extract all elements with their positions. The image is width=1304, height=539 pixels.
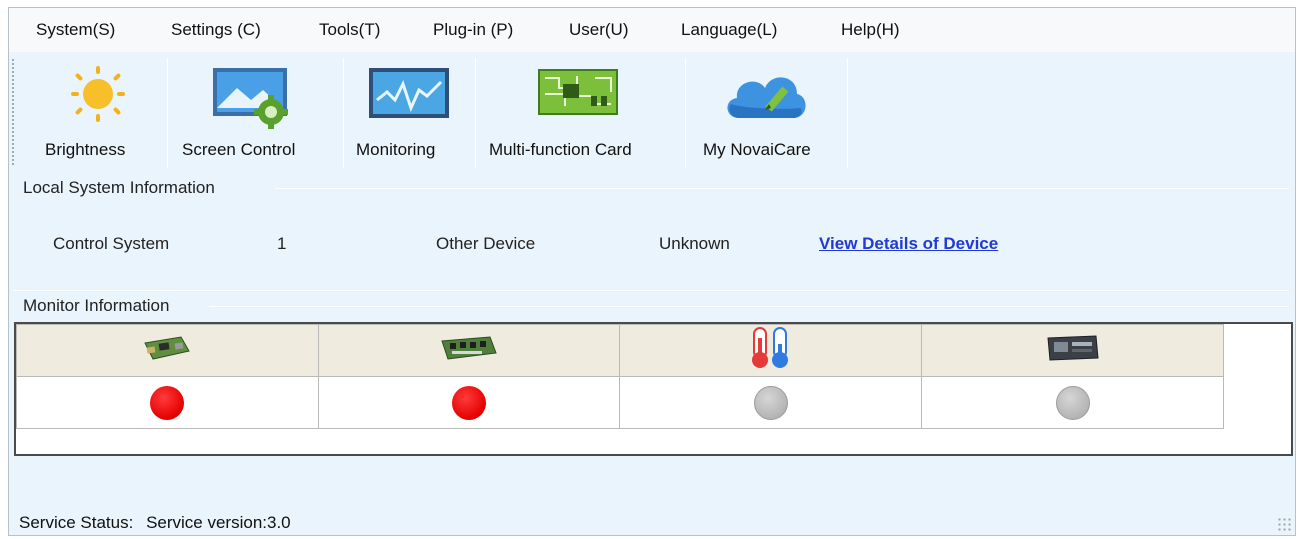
monitor-col-temperature[interactable] [619, 324, 923, 377]
monitor-col-receiving-card[interactable] [317, 324, 621, 377]
service-version: Service version:3.0 [146, 513, 291, 532]
toolbar-separator [167, 58, 168, 168]
status-cell-controller [921, 376, 1224, 429]
menu-user[interactable]: User(U) [569, 20, 629, 40]
menu-plugin[interactable]: Plug-in (P) [433, 20, 513, 40]
menu-help[interactable]: Help(H) [841, 20, 900, 40]
other-device-value: Unknown [659, 234, 730, 253]
control-system-value: 1 [277, 234, 287, 253]
toolbar-separator [343, 58, 344, 168]
status-bar: Service Status: Service version:3.0 [19, 513, 291, 533]
screen-control-icon [213, 68, 288, 129]
sun-icon [71, 66, 125, 122]
monitor-status-row [16, 376, 1224, 429]
status-indicator-error [452, 385, 487, 420]
status-cell-temperature [619, 376, 923, 429]
monitor-grid [16, 324, 1224, 429]
monitor-table [14, 322, 1293, 456]
monitor-col-controller[interactable] [921, 324, 1224, 377]
menu-tools[interactable]: Tools(T) [319, 20, 380, 40]
monitoring-icon [369, 68, 449, 118]
monitor-info-title: Monitor Information [23, 296, 170, 315]
toolbar: Brightness Screen Control Monitoring Mul… [9, 52, 1295, 174]
multi-function-card-button[interactable]: Multi-function Card [481, 52, 681, 172]
service-status-label: Service Status: [19, 513, 134, 532]
monitor-col-sending-card[interactable] [16, 324, 319, 377]
screen-control-label: Screen Control [182, 140, 296, 159]
brightness-button[interactable]: Brightness [39, 52, 157, 172]
receiving-card-icon [441, 336, 497, 360]
main-window: System(S) Settings (C) Tools(T) Plug-in … [8, 7, 1296, 536]
my-novaicare-label: My NovaiCare [703, 140, 811, 159]
cloud-pen-icon [727, 77, 806, 118]
monitoring-button[interactable]: Monitoring [349, 52, 474, 172]
status-cell-sending-card [16, 376, 319, 429]
brightness-label: Brightness [45, 140, 126, 159]
toolbar-grip[interactable] [11, 58, 15, 166]
screen-control-button[interactable]: Screen Control [174, 52, 339, 172]
monitoring-label: Monitoring [356, 140, 436, 159]
toolbar-separator [475, 58, 476, 168]
toolbar-separator [847, 58, 848, 168]
group-divider [275, 188, 1289, 189]
status-indicator-unknown [1055, 385, 1090, 420]
local-system-title: Local System Information [23, 178, 215, 197]
group-divider [209, 306, 1289, 307]
menu-settings[interactable]: Settings (C) [171, 20, 261, 40]
sending-card-icon [144, 336, 191, 360]
thermometer-icon [751, 327, 788, 368]
status-indicator-unknown [753, 385, 788, 420]
monitor-header-row [16, 324, 1224, 377]
group-divider [13, 290, 1289, 291]
my-novaicare-button[interactable]: My NovaiCare [691, 52, 846, 172]
menu-bar: System(S) Settings (C) Tools(T) Plug-in … [9, 8, 1295, 52]
toolbar-separator [685, 58, 686, 168]
resize-grip[interactable] [1277, 517, 1291, 531]
view-details-link[interactable]: View Details of Device [819, 234, 998, 254]
control-system-label: Control System [53, 234, 170, 253]
menu-language[interactable]: Language(L) [681, 20, 777, 40]
status-cell-receiving-card [317, 376, 621, 429]
multi-function-card-label: Multi-function Card [489, 140, 632, 159]
menu-system[interactable]: System(S) [36, 20, 115, 40]
status-indicator-error [150, 385, 185, 420]
controller-device-icon [1047, 335, 1099, 361]
other-device-label: Other Device [436, 234, 536, 253]
circuit-board-icon [538, 69, 618, 115]
